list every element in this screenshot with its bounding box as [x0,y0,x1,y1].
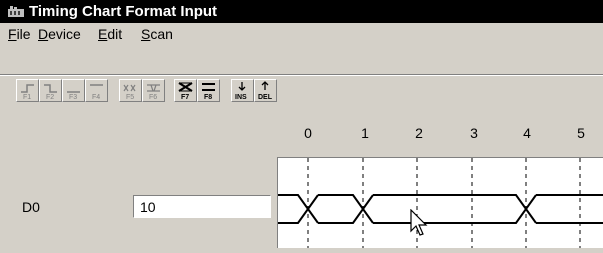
svg-text:INS: INS [235,94,247,101]
timing-waveform [278,158,603,248]
title-bar: Timing Chart Format Input [0,0,603,23]
insert-icon: INS [235,82,247,101]
f7-button[interactable]: F7 [174,79,197,102]
f8-button[interactable]: F8 [197,79,220,102]
f4-high-icon: F4 [90,84,103,101]
f1-rise-icon: F1 [21,84,34,101]
d0-waveform [278,194,603,224]
f3-low-icon: F3 [67,91,80,101]
timing-chart-area[interactable] [277,157,603,248]
svg-text:F6: F6 [149,94,157,101]
tick-label: 1 [361,125,369,141]
f5-invert-icon: F5 [123,84,136,101]
menu-edit[interactable]: Edit [98,26,122,42]
svg-text:F4: F4 [92,94,100,101]
f3-button[interactable]: F3 [62,79,85,102]
svg-text:F5: F5 [126,94,134,101]
delete-icon: DEL [258,81,273,101]
window-title: Timing Chart Format Input [29,3,218,20]
mouse-pointer-icon [410,209,428,236]
svg-text:F8: F8 [204,94,212,101]
tick-label: 3 [470,125,478,141]
menu-bar: File Device Edit Scan [0,23,603,45]
tick-label: 4 [523,125,531,141]
tick-label: 2 [415,125,423,141]
f8-parallel-icon: F8 [202,83,215,101]
f6-button[interactable]: F6 [142,79,165,102]
signal-value-input[interactable] [133,195,271,218]
menu-file[interactable]: File [8,26,31,42]
svg-text:F2: F2 [46,94,54,101]
f2-fall-icon: F2 [44,84,57,101]
f6-bus-icon: F6 [147,84,160,101]
svg-text:F7: F7 [181,94,189,101]
signal-name-d0: D0 [22,199,40,215]
f2-button[interactable]: F2 [39,79,62,102]
ins-button[interactable]: INS [231,79,254,102]
svg-text:F1: F1 [23,94,31,101]
svg-text:F3: F3 [69,94,77,101]
toolbar-separator-highlight [0,75,603,76]
menu-device[interactable]: Device [38,26,81,42]
f4-button[interactable]: F4 [85,79,108,102]
tick-label: 0 [304,125,312,141]
app-icon [8,6,24,17]
svg-text:DEL: DEL [258,94,273,101]
del-button[interactable]: DEL [254,79,277,102]
menu-scan[interactable]: Scan [141,26,173,42]
f5-button[interactable]: F5 [119,79,142,102]
grid-lines [307,158,581,248]
f1-button[interactable]: F1 [16,79,39,102]
tick-label: 5 [577,125,585,141]
f7-cross-icon: F7 [178,82,193,101]
